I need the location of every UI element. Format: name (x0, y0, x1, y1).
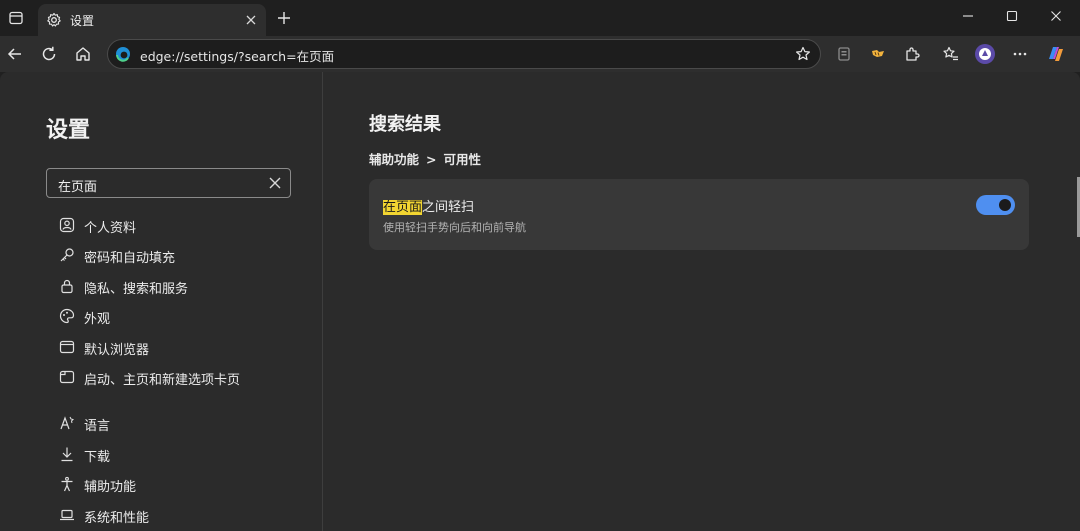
page-title: 设置 (46, 118, 91, 143)
sidebar-item-label: 隐私、搜索和服务 (84, 282, 189, 297)
sidebar-item-label: 密码和自动填充 (84, 251, 176, 266)
swipe-navigation-toggle[interactable] (976, 195, 1015, 215)
sidebar-item-system[interactable]: 系统和性能 (56, 503, 306, 527)
clear-icon[interactable] (267, 175, 283, 191)
toggle-knob (999, 199, 1011, 211)
sidebar-item-privacy[interactable]: 隐私、搜索和服务 (56, 274, 306, 298)
profile-icon (58, 216, 76, 234)
browser-window-icon (58, 338, 76, 356)
result-title: 在页面之间轻扫 (383, 196, 474, 215)
download-icon (58, 445, 76, 463)
settings-sidebar: 设置 在页面 个人资料 密码和自动填充 隐私、搜索和服务 外观 默认浏览器 启动… (0, 72, 323, 531)
tab-actions-icon[interactable] (4, 6, 28, 30)
result-description: 使用轻扫手势向后和向前导航 (383, 221, 526, 234)
close-icon[interactable] (242, 11, 260, 29)
sidebar-item-label: 下载 (84, 450, 111, 465)
settings-page: 设置 在页面 个人资料 密码和自动填充 隐私、搜索和服务 外观 默认浏览器 启动… (0, 72, 1080, 531)
gear-icon (45, 11, 63, 29)
home-icon[interactable] (71, 42, 95, 66)
accessibility-icon (58, 475, 76, 493)
sidebar-item-passwords[interactable]: 密码和自动填充 (56, 243, 306, 267)
search-results-heading: 搜索结果 (369, 114, 441, 135)
result-card: 在页面之间轻扫 使用轻扫手势向后和向前导航 (369, 179, 1029, 250)
home-tabs-icon (58, 368, 76, 386)
sidebar-item-label: 默认浏览器 (84, 343, 150, 358)
sidebar-item-label: 系统和性能 (84, 511, 150, 526)
result-title-rest: 之间轻扫 (422, 200, 475, 215)
extension-tiger-icon[interactable] (866, 42, 890, 66)
tab-strip: 设置 (0, 0, 1080, 36)
back-icon[interactable] (3, 42, 27, 66)
favorite-star-icon[interactable] (794, 45, 812, 63)
sidebar-item-profile[interactable]: 个人资料 (56, 213, 306, 237)
key-icon (58, 246, 76, 264)
sidebar-item-start-home[interactable]: 启动、主页和新建选项卡页 (56, 365, 306, 389)
refresh-icon[interactable] (37, 42, 61, 66)
palette-icon (58, 307, 76, 325)
copilot-icon[interactable] (1044, 42, 1068, 66)
breadcrumb-section[interactable]: 辅助功能 (369, 152, 419, 167)
sidebar-item-default-browser[interactable]: 默认浏览器 (56, 335, 306, 359)
collections-icon[interactable] (832, 42, 856, 66)
sidebar-item-downloads[interactable]: 下载 (56, 442, 306, 466)
search-input[interactable]: 在页面 (46, 168, 291, 198)
edge-logo-icon (115, 46, 131, 62)
sidebar-item-label: 辅助功能 (84, 480, 137, 495)
breadcrumb: 辅助功能 > 可用性 (369, 149, 481, 168)
minimize-button[interactable] (954, 4, 982, 28)
language-icon (58, 414, 76, 432)
sidebar-item-appearance[interactable]: 外观 (56, 304, 306, 328)
address-bar[interactable]: edge://settings/?search=在页面 (107, 39, 821, 69)
sidebar-item-label: 启动、主页和新建选项卡页 (84, 373, 241, 388)
breadcrumb-subsection: 可用性 (443, 152, 482, 167)
sidebar-item-label: 外观 (84, 312, 111, 327)
window-close-button[interactable] (1042, 4, 1070, 28)
search-highlight: 在页面 (383, 200, 423, 215)
sidebar-item-languages[interactable]: 语言 (56, 411, 306, 435)
new-tab-button[interactable] (272, 6, 296, 30)
sidebar-item-label: 语言 (84, 419, 111, 434)
settings-main: 搜索结果 辅助功能 > 可用性 在页面之间轻扫 使用轻扫手势向后和向前导航 (324, 72, 1080, 531)
extensions-puzzle-icon[interactable] (900, 42, 924, 66)
browser-toolbar: edge://settings/?search=在页面 (0, 36, 1080, 72)
profile-avatar-icon[interactable] (973, 42, 997, 66)
sidebar-item-accessibility[interactable]: 辅助功能 (56, 472, 306, 496)
address-url: edge://settings/?search=在页面 (140, 49, 335, 64)
more-menu-icon[interactable] (1008, 42, 1032, 66)
search-value: 在页面 (58, 180, 98, 195)
laptop-icon (58, 506, 76, 524)
favorites-icon[interactable] (939, 42, 963, 66)
sidebar-item-label: 个人资料 (84, 221, 137, 236)
breadcrumb-separator: > (426, 152, 437, 167)
maximize-button[interactable] (998, 4, 1026, 28)
tab-settings[interactable]: 设置 (38, 4, 266, 36)
lock-icon (58, 277, 76, 295)
tab-title: 设置 (70, 14, 95, 28)
